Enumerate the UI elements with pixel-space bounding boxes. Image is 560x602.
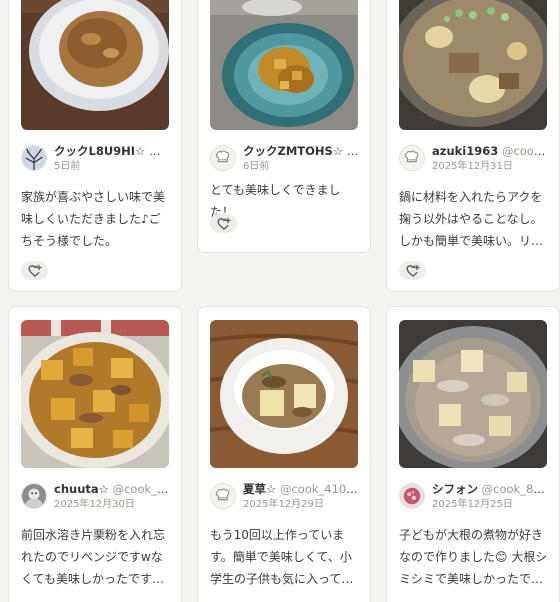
dish-photo[interactable]	[210, 0, 358, 130]
author-handle: @cook_4...	[501, 144, 549, 158]
author-name[interactable]: クックZMTOHS☆	[243, 144, 343, 158]
author-info: クックL8U9HI☆ @co... 5日前	[21, 143, 171, 177]
tsukurepo-card[interactable]: シフォン @cook_8770... 2025年12月25日 子どもが大根の煮物…	[386, 306, 560, 602]
dish-photo[interactable]	[399, 320, 547, 468]
user-avatar[interactable]	[210, 483, 236, 509]
tsukurepo-comment: 前回水溶き片栗粉を入れ忘れたのでリベンジですwなくても美味しかったですが、やっぱ…	[21, 528, 166, 586]
heart-plus-icon	[28, 264, 42, 277]
chef-hat-icon	[211, 146, 235, 170]
reaction-button[interactable]	[21, 261, 48, 280]
dish-photo[interactable]	[399, 0, 547, 130]
tsukurepo-card[interactable]: クックZMTOHS☆ @c... 6日前 とても美味しくできました！	[197, 0, 371, 253]
heart-plus-icon	[217, 217, 231, 230]
user-avatar[interactable]	[21, 483, 47, 509]
author-info: クックZMTOHS☆ @c... 6日前	[210, 143, 360, 177]
author-handle: @co...	[149, 144, 171, 158]
tsukurepo-comment: 鍋に材料を入れたらアクを掬う以外はやることなし。しかも簡単で美味い。リピ決定で.…	[399, 190, 544, 248]
dish-photo[interactable]	[210, 320, 358, 468]
tsukurepo-card[interactable]: クックL8U9HI☆ @co... 5日前 家族が喜ぶやさしい味で美味しくいただ…	[8, 0, 182, 292]
post-date: 2025年12月31日	[432, 161, 513, 172]
author-name[interactable]: 夏草☆	[243, 482, 276, 496]
post-date: 2025年12月30日	[54, 499, 135, 510]
tsukurepo-comment: 子どもが大根の煮物が好きなので作りました😊 大根シミシミで美味しかったです😊	[399, 528, 548, 586]
user-avatar[interactable]	[21, 145, 47, 171]
tsukurepo-comment: もう10回以上作っています。簡単で美味しくて、小学生の子供も気に入っています。レ…	[210, 528, 354, 586]
dish-photo[interactable]	[21, 0, 169, 130]
author-name[interactable]: クックL8U9HI☆	[54, 144, 145, 158]
author-handle: @cook_4106...	[279, 482, 360, 496]
tsukurepo-comment: 家族が喜ぶやさしい味で美味しくいただきました♪ごちそう様でした。	[21, 190, 166, 248]
post-date: 2025年12月29日	[243, 499, 324, 510]
author-handle: @cook_8770...	[481, 482, 549, 496]
user-avatar[interactable]	[399, 483, 425, 509]
user-avatar[interactable]	[399, 145, 425, 171]
author-name[interactable]: chuuta☆	[54, 482, 109, 496]
author-info: chuuta☆ @cook_40... 2025年12月30日	[21, 481, 171, 515]
user-avatar[interactable]	[210, 145, 236, 171]
author-name[interactable]: シフォン	[432, 482, 478, 496]
author-handle: @cook_40...	[112, 482, 171, 496]
post-date: 5日前	[54, 161, 81, 172]
author-info: 夏草☆ @cook_4106... 2025年12月29日	[210, 481, 360, 515]
post-date: 2025年12月25日	[432, 499, 513, 510]
dish-photo[interactable]	[21, 320, 169, 468]
heart-plus-icon	[406, 264, 420, 277]
chef-hat-icon	[211, 484, 235, 508]
author-name[interactable]: azuki1963	[432, 144, 498, 158]
chef-hat-icon	[400, 146, 424, 170]
tsukurepo-card[interactable]: 夏草☆ @cook_4106... 2025年12月29日 もう10回以上作って…	[197, 306, 371, 602]
tsukurepo-card[interactable]: azuki1963 @cook_4... 2025年12月31日 鍋に材料を入れ…	[386, 0, 560, 292]
tsukurepo-card[interactable]: chuuta☆ @cook_40... 2025年12月30日 前回水溶き片栗粉…	[8, 306, 182, 602]
author-handle: @c...	[346, 144, 360, 158]
author-info: azuki1963 @cook_4... 2025年12月31日	[399, 143, 549, 177]
reaction-button[interactable]	[399, 261, 426, 280]
post-date: 6日前	[243, 161, 270, 172]
author-info: シフォン @cook_8770... 2025年12月25日	[399, 481, 549, 515]
reaction-button[interactable]	[210, 214, 237, 233]
